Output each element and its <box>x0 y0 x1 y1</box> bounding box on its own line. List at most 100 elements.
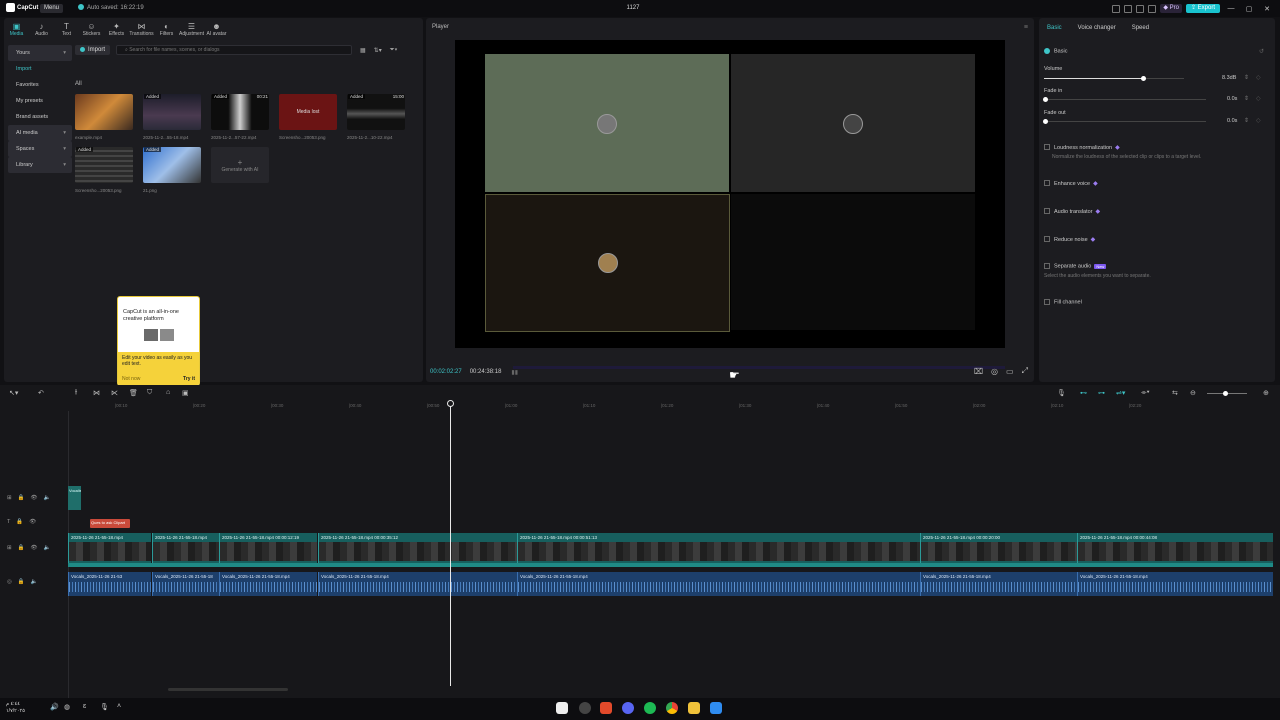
tab-effects[interactable]: ✦ Effects <box>104 18 129 40</box>
timeline-scrollbar[interactable] <box>168 688 288 691</box>
reset-icon[interactable]: ↺ <box>1259 48 1264 55</box>
tab-media[interactable]: ▣ Media <box>4 18 29 40</box>
microphone-icon[interactable]: 🎙 <box>100 703 109 711</box>
file-explorer-taskbar-icon[interactable] <box>688 702 700 714</box>
tab-stickers[interactable]: ☺ Stickers <box>79 18 104 40</box>
filter-icon[interactable]: ⏷▾ <box>390 47 398 54</box>
feedback-icon[interactable] <box>1136 4 1145 13</box>
playhead[interactable] <box>450 402 451 686</box>
sidebar-item-favorites[interactable]: Favorites <box>8 77 72 93</box>
taskbar-clock[interactable]: ٤:٤٤ م ١/٧/٢٠٢٥ <box>6 701 25 715</box>
audio-clip[interactable]: Vocals_2025-11-26 21-53 <box>68 572 151 596</box>
fit-timeline-icon[interactable]: ⇆ <box>1172 389 1178 397</box>
linkage-icon[interactable]: ⇌▾ <box>1116 389 1125 397</box>
zoom-knob[interactable] <box>1223 391 1228 396</box>
layout-icon[interactable] <box>1112 4 1121 13</box>
tab-adjustment[interactable]: ☰ Adjustment <box>179 18 204 40</box>
video-clip[interactable]: 2025-11-26 21-55-18.mp4 00:00:12:19 <box>219 533 317 563</box>
sidebar-item-import[interactable]: Import <box>8 61 72 77</box>
maximize-icon[interactable]: ▢ <box>1242 5 1256 13</box>
shortcut-icon[interactable] <box>1124 4 1133 13</box>
text-clip[interactable]: Ques to ask Clipart <box>90 519 130 528</box>
separate-audio-checkbox[interactable] <box>1044 263 1050 269</box>
audio-clip[interactable]: Vocals_2025-11-26 21-55-18.mp4 <box>1077 572 1273 596</box>
fade-in-knob[interactable] <box>1043 97 1048 102</box>
start-menu-icon[interactable] <box>710 702 722 714</box>
video-clip[interactable]: 2025-11-26 21-55-18.mp4 00:00:20:00 <box>920 533 1077 563</box>
freeze-icon[interactable]: ⌂ <box>166 389 170 396</box>
tray-chevron-icon[interactable]: ˄ <box>117 703 121 710</box>
split-left-icon[interactable]: ⋈ <box>93 389 100 397</box>
timecode-format-icon[interactable]: ▮▮ <box>511 369 518 376</box>
tooltip-dismiss-button[interactable]: Not now <box>122 376 140 382</box>
marker-icon[interactable]: ⛉ <box>147 389 152 397</box>
delete-icon[interactable]: 🗑 <box>129 389 138 397</box>
volume-knob[interactable] <box>1141 76 1147 81</box>
media-thumbnail[interactable]: Added <box>143 147 201 183</box>
tab-filters[interactable]: ◐ Filters <box>154 18 179 40</box>
caption-icon[interactable]: ▣ <box>182 389 189 397</box>
sort-icon[interactable]: ⇅▾ <box>374 47 382 54</box>
import-button[interactable]: Import <box>75 45 111 55</box>
video-clip[interactable]: 2025-11-26 21-55-18.mp4 00:00:35:12 <box>318 533 517 563</box>
fade-out-value[interactable]: 0.0s <box>1227 118 1237 124</box>
audio-icon[interactable]: 🔈 <box>43 495 50 501</box>
audio-clip[interactable]: Vocals_2025-11-26 21-55-18 <box>152 572 219 596</box>
zoom-out-icon[interactable]: ⊖ <box>1190 389 1196 397</box>
lock-icon[interactable]: 🔒 <box>16 519 23 525</box>
lock-icon[interactable]: 🔒 <box>18 545 25 551</box>
loudness-checkbox[interactable] <box>1044 144 1050 151</box>
auto-snap-icon[interactable]: ⊶ <box>1098 389 1105 397</box>
snapshot-icon[interactable]: ◎ <box>991 367 998 376</box>
subtitle-icon[interactable]: ⌧ <box>974 367 983 376</box>
media-thumbnail[interactable]: Added <box>75 147 133 183</box>
zoom-in-icon[interactable]: ⊕ <box>1263 389 1269 397</box>
audio-clip[interactable]: Vocals_2025-11-26 21-55-18.mp4 <box>920 572 1077 596</box>
export-button[interactable]: ⇪ Export <box>1185 4 1220 13</box>
tab-speed[interactable]: Speed <box>1124 18 1157 38</box>
sidebar-item-ai-media[interactable]: AI media ▾ <box>8 125 72 141</box>
media-thumbnail[interactable]: Added 00:21 <box>211 94 269 130</box>
video-clip[interactable]: 2025-11-26 21-55-18.mp4 00:00:51:13 <box>517 533 920 563</box>
eye-icon[interactable]: 👁 <box>29 519 36 525</box>
sticker-clip[interactable]: Vocalist <box>68 486 81 510</box>
playhead-handle[interactable] <box>447 400 454 407</box>
audio-translator-checkbox[interactable] <box>1044 208 1050 215</box>
eye-icon[interactable]: 👁 <box>30 545 37 551</box>
search-input[interactable]: ⌕ Search for file names, scenes, or dial… <box>116 45 352 55</box>
tab-ai-avatar[interactable]: ☻ AI avatar <box>204 18 229 40</box>
keyframe-icon[interactable]: ◇ <box>1256 74 1261 81</box>
audio-icon[interactable]: 🔈 <box>43 545 50 551</box>
grid-view-icon[interactable]: ▦ <box>360 47 366 54</box>
record-audio-icon[interactable]: 🎙 <box>1057 389 1066 397</box>
media-thumbnail[interactable]: Added <box>143 94 201 130</box>
fill-channel-checkbox[interactable] <box>1044 299 1050 305</box>
media-thumbnail[interactable]: + Generate with AI <box>211 147 269 183</box>
minimize-icon[interactable]: — <box>1224 5 1238 12</box>
lock-icon[interactable]: 🔒 <box>18 579 25 585</box>
tab-voice-changer[interactable]: Voice changer <box>1070 18 1124 38</box>
select-tool-icon[interactable]: ↖▾ <box>9 389 18 397</box>
discord-taskbar-icon[interactable] <box>622 702 634 714</box>
media-thumbnail[interactable]: Media lost <box>279 94 337 130</box>
video-clip[interactable]: 2025-11-26 21-55-18.mp4 <box>68 533 151 563</box>
eye-icon[interactable]: 👁 <box>30 495 37 501</box>
audio-clip[interactable]: Vocals_2025-11-26 21-55-18.mp4 <box>517 572 920 596</box>
sidebar-item-library[interactable]: Library ▾ <box>8 157 72 173</box>
fullscreen-icon[interactable]: ⤢ <box>1022 366 1028 376</box>
pro-button[interactable]: ◆ Pro <box>1160 4 1182 13</box>
network-icon[interactable]: ◍ <box>64 703 70 711</box>
tab-text[interactable]: T Text <box>54 18 79 40</box>
language-icon[interactable]: ɛ <box>83 703 86 710</box>
player-menu-icon[interactable]: ≡ <box>1024 24 1028 31</box>
sidebar-item-spaces[interactable]: Spaces ▾ <box>8 141 72 157</box>
media-thumbnail[interactable] <box>75 94 133 130</box>
undo-icon[interactable]: ↶ <box>38 389 44 397</box>
fade-in-slider[interactable] <box>1043 97 1206 102</box>
player-canvas[interactable] <box>455 40 1005 369</box>
tab-basic[interactable]: Basic <box>1039 18 1070 38</box>
zoom-slider[interactable] <box>1207 391 1247 396</box>
chatgpt-taskbar-icon[interactable] <box>579 702 591 714</box>
basic-section-header[interactable]: Basic ↺ <box>1044 48 1270 55</box>
keyframe-icon[interactable]: ◇ <box>1256 95 1261 102</box>
